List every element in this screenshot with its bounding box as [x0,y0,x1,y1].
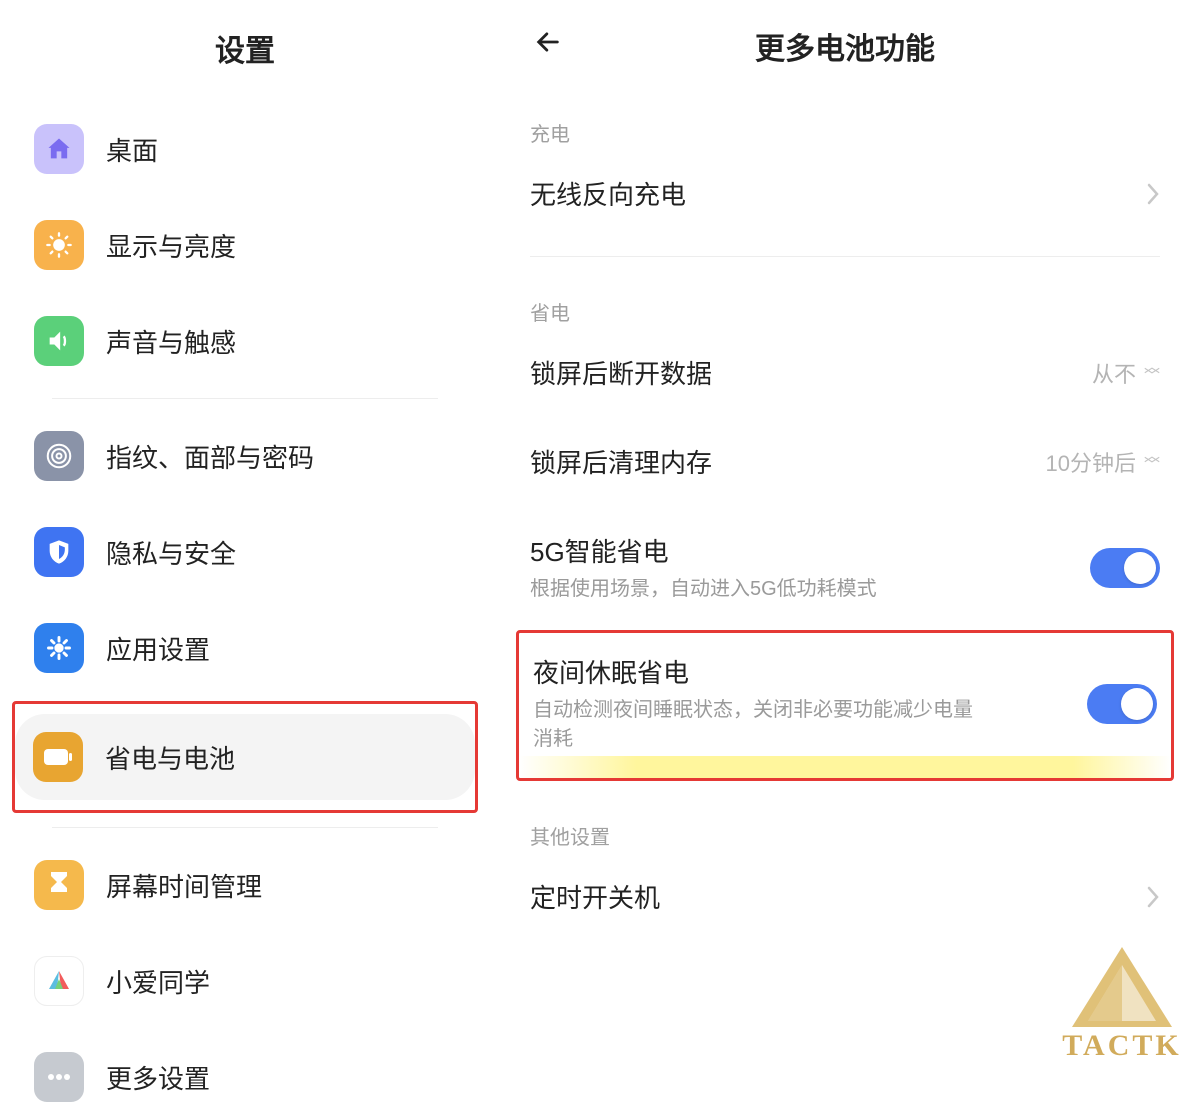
picker-updown-icon: ︿﹀ [1144,453,1160,471]
settings-item-label: 显示与亮度 [106,227,236,264]
apps-icon [34,623,84,673]
settings-item-label: 小爱同学 [106,963,210,1000]
settings-item-label: 应用设置 [106,630,210,667]
settings-item-battery[interactable]: 省电与电池 [15,714,475,800]
highlight-box: 省电与电池 [12,701,478,813]
settings-item-display[interactable]: 显示与亮度 [16,202,474,288]
row-title: 5G智能省电 [530,532,877,569]
chevron-right-icon [1138,182,1160,206]
battery-panel: 更多电池功能 充电 无线反向充电 省电 锁屏后断开数据 从不 ︿﹀ 锁屏后清理内… [490,0,1200,1075]
section-header-charging: 充电 [490,96,1200,149]
row-title: 夜间休眠省电 [533,653,973,690]
battery-icon [33,732,83,782]
divider [52,827,438,828]
settings-title: 设置 [0,0,490,96]
settings-item-desktop[interactable]: 桌面 [16,106,474,192]
divider [52,398,438,399]
settings-item-screentime[interactable]: 屏幕时间管理 [16,842,474,928]
toggle-5g-power[interactable] [1090,548,1160,588]
row-title: 锁屏后断开数据 [530,354,712,391]
settings-item-label: 更多设置 [106,1059,210,1096]
section-header-powersave: 省电 [490,275,1200,328]
settings-item-apps[interactable]: 应用设置 [16,605,474,691]
back-icon[interactable] [534,28,562,62]
brightness-icon [34,220,84,270]
chevron-right-icon [1138,885,1160,909]
settings-item-privacy[interactable]: 隐私与安全 [16,509,474,595]
settings-item-more[interactable]: 更多设置 [16,1034,474,1120]
toggle-night-sleep[interactable] [1087,684,1157,724]
settings-item-label: 省电与电池 [105,739,235,776]
shield-icon [34,527,84,577]
home-icon [34,124,84,174]
settings-item-xiaoai[interactable]: 小爱同学 [16,938,474,1024]
settings-item-label: 屏幕时间管理 [106,867,262,904]
row-title: 锁屏后清理内存 [530,443,712,480]
settings-item-label: 指纹、面部与密码 [106,438,314,475]
header: 更多电池功能 [490,0,1200,96]
settings-item-label: 桌面 [106,131,158,168]
sound-icon [34,316,84,366]
section-header-other: 其他设置 [490,781,1200,852]
row-value: 10分钟后 [1046,446,1136,478]
row-5g-smart-power[interactable]: 5G智能省电 根据使用场景，自动进入5G低功耗模式 [490,506,1200,630]
settings-item-label: 隐私与安全 [106,534,236,571]
settings-list: 桌面 显示与亮度 声音与触感 指纹、面部与密码 [0,106,490,1120]
settings-panel: 设置 桌面 显示与亮度 声音与触感 [0,0,490,1075]
more-icon [34,1052,84,1102]
row-title: 无线反向充电 [530,175,686,212]
settings-item-sound[interactable]: 声音与触感 [16,298,474,384]
page-title: 更多电池功能 [520,24,1170,68]
row-value: 从不 [1092,357,1136,389]
row-night-sleep-powersave[interactable]: 夜间休眠省电 自动检测夜间睡眠状态，关闭非必要功能减少电量消耗 [519,633,1171,778]
fingerprint-icon [34,431,84,481]
row-subtitle: 根据使用场景，自动进入5G低功耗模式 [530,575,877,604]
row-lock-disconnect-data[interactable]: 锁屏后断开数据 从不 ︿﹀ [490,328,1200,417]
divider [530,256,1160,257]
row-reverse-wireless-charging[interactable]: 无线反向充电 [490,149,1200,238]
row-subtitle: 自动检测夜间睡眠状态，关闭非必要功能减少电量消耗 [533,696,973,754]
settings-item-label: 声音与触感 [106,323,236,360]
row-title: 定时开关机 [530,878,660,915]
xiaoai-icon [34,956,84,1006]
row-scheduled-power[interactable]: 定时开关机 [490,852,1200,941]
picker-updown-icon: ︿﹀ [1144,364,1160,382]
row-lock-clear-memory[interactable]: 锁屏后清理内存 10分钟后 ︿﹀ [490,417,1200,506]
hourglass-icon [34,860,84,910]
settings-item-biometrics[interactable]: 指纹、面部与密码 [16,413,474,499]
highlight-box: 夜间休眠省电 自动检测夜间睡眠状态，关闭非必要功能减少电量消耗 [516,630,1174,781]
